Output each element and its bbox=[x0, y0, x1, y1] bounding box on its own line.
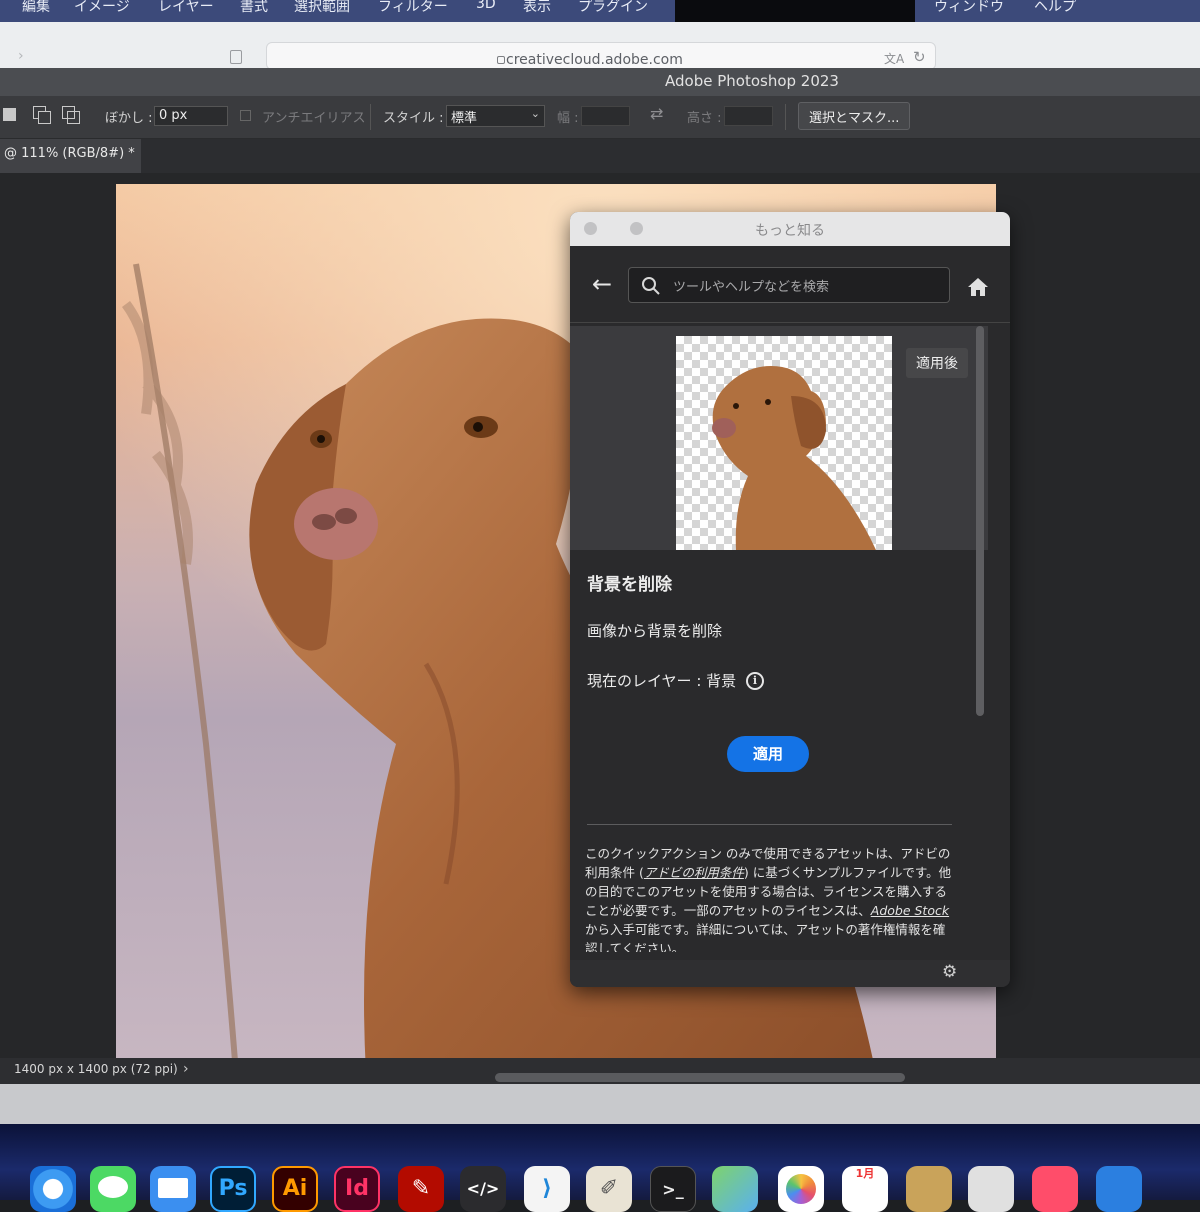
after-badge: 適用後 bbox=[906, 348, 968, 378]
dock-illustrator-icon[interactable]: Ai bbox=[272, 1166, 318, 1212]
sidebar-icon[interactable] bbox=[230, 50, 242, 64]
document-tab[interactable]: @ 111% (RGB/8#) * bbox=[0, 139, 141, 173]
settings-gear-icon[interactable]: ⚙ bbox=[942, 962, 957, 982]
feather-input[interactable]: 0 px bbox=[154, 106, 228, 126]
browser-toolbar: › creativecloud.adobe.com 文A ↻ bbox=[0, 22, 1200, 70]
forward-arrow-icon[interactable]: › bbox=[18, 48, 24, 64]
dock-safari-icon[interactable] bbox=[30, 1166, 76, 1212]
feather-label: ぼかし : bbox=[105, 111, 153, 126]
search-icon bbox=[642, 277, 660, 295]
dock-textedit-icon[interactable]: ✐ bbox=[586, 1166, 632, 1212]
dock-messages-icon[interactable] bbox=[90, 1166, 136, 1212]
menu-layer[interactable]: レイヤー bbox=[158, 0, 214, 16]
cutout-dog-image bbox=[712, 366, 876, 550]
dock-app-icon[interactable] bbox=[1032, 1166, 1078, 1212]
dock-app-icon[interactable] bbox=[968, 1166, 1014, 1212]
panel-scrollbar[interactable] bbox=[976, 326, 984, 716]
app-title: Adobe Photoshop 2023 bbox=[665, 72, 839, 90]
lock-icon bbox=[497, 56, 505, 64]
new-selection-icon[interactable] bbox=[3, 108, 16, 121]
divider bbox=[570, 322, 1010, 323]
back-arrow-icon[interactable]: ← bbox=[592, 272, 612, 296]
style-label: スタイル : bbox=[383, 111, 444, 126]
antialias-label: アンチエイリアス bbox=[262, 111, 366, 126]
dock-app-icon[interactable] bbox=[1096, 1166, 1142, 1212]
status-arrow-icon[interactable]: › bbox=[183, 1061, 189, 1077]
search-input[interactable]: ツールやヘルプなどを検索 bbox=[628, 267, 950, 303]
width-label: 幅 : bbox=[557, 111, 579, 126]
panel-footer: ⚙ bbox=[570, 960, 1010, 987]
menu-image[interactable]: イメージ bbox=[74, 0, 130, 16]
dock-photos-icon[interactable] bbox=[778, 1166, 824, 1212]
divider bbox=[785, 104, 786, 130]
menu-select[interactable]: 選択範囲 bbox=[294, 0, 350, 16]
url-text: creativecloud.adobe.com bbox=[506, 52, 683, 68]
dock-maps-icon[interactable] bbox=[712, 1166, 758, 1212]
antialias-checkbox[interactable] bbox=[240, 110, 251, 121]
action-heading: 背景を削除 bbox=[587, 575, 672, 595]
menu-plugins[interactable]: プラグイン bbox=[578, 0, 648, 16]
info-icon[interactable]: i bbox=[746, 672, 764, 690]
select-and-mask-button[interactable]: 選択とマスク... bbox=[798, 102, 911, 130]
dock-terminal-icon[interactable]: >_ bbox=[650, 1166, 696, 1212]
legal-notice: このクイックアクション のみで使用できるアセットは、アドビの利用条件 (アドビの… bbox=[585, 844, 957, 952]
home-icon[interactable] bbox=[966, 276, 990, 298]
document-tab-bar: @ 111% (RGB/8#) * bbox=[0, 139, 1200, 173]
document-size: 1400 px x 1400 px (72 ppi) bbox=[14, 1062, 178, 1076]
menu-filter[interactable]: フィルター bbox=[378, 0, 448, 16]
reload-icon[interactable]: ↻ bbox=[913, 48, 926, 66]
preview-image bbox=[676, 336, 892, 550]
dock-script-editor-icon[interactable]: </> bbox=[460, 1166, 506, 1212]
menu-3d[interactable]: 3D bbox=[476, 0, 496, 12]
app-titlebar: Adobe Photoshop 2023 bbox=[0, 68, 1200, 96]
translate-icon[interactable]: 文A bbox=[884, 50, 904, 67]
search-placeholder: ツールやヘルプなどを検索 bbox=[673, 280, 830, 295]
mac-menu-bar: 編集 イメージ レイヤー 書式 選択範囲 フィルター 3D 表示 プラグイン ウ… bbox=[0, 0, 1200, 22]
action-description: 画像から背景を削除 bbox=[587, 622, 723, 640]
height-label: 高さ : bbox=[687, 111, 722, 126]
menu-window[interactable]: ウィンドウ bbox=[934, 0, 1004, 16]
panel-title: もっと知る bbox=[755, 223, 825, 239]
dock-photoshop-icon[interactable]: Ps bbox=[210, 1166, 256, 1212]
dock-mail-icon[interactable] bbox=[150, 1166, 196, 1212]
panel-titlebar: もっと知る bbox=[570, 212, 1010, 246]
document-tab-label: @ 111% (RGB/8#) * bbox=[4, 146, 135, 161]
swap-icon[interactable]: ⇄ bbox=[650, 104, 663, 123]
tool-options-bar: ぼかし : 0 px アンチエイリアス スタイル : 標準 ⌄ 幅 : ⇄ 高さ… bbox=[0, 96, 1200, 139]
width-input[interactable] bbox=[581, 106, 630, 126]
adobe-stock-link[interactable]: Adobe Stock bbox=[871, 903, 949, 918]
height-input[interactable] bbox=[724, 106, 773, 126]
learn-panel: もっと知る ← ツールやヘルプなどを検索 適用後 背景を削除 画像から背景を削除… bbox=[570, 212, 1010, 987]
terms-link[interactable]: アドビの利用条件 bbox=[644, 865, 744, 880]
current-layer-label: 現在のレイヤー : 背景 bbox=[587, 672, 737, 690]
calendar-month: 1月 bbox=[855, 1167, 875, 1180]
dock-calendar-icon[interactable]: 1月 bbox=[842, 1166, 888, 1212]
intersect-selection-icon[interactable] bbox=[67, 111, 80, 124]
divider bbox=[370, 104, 371, 130]
apply-button[interactable]: 適用 bbox=[727, 736, 809, 772]
dock-acrobat-icon[interactable]: ✎ bbox=[398, 1166, 444, 1212]
menu-type[interactable]: 書式 bbox=[240, 0, 268, 16]
legal-text-part3: から入手可能です。詳細については、アセットの著作権情報を確認してください。 bbox=[585, 922, 946, 952]
menu-help[interactable]: ヘルプ bbox=[1034, 0, 1076, 16]
style-select[interactable]: 標準 ⌄ bbox=[446, 105, 545, 127]
dock-indesign-icon[interactable]: Id bbox=[334, 1166, 380, 1212]
dock-vscode-icon[interactable]: ⟩ bbox=[524, 1166, 570, 1212]
menu-edit[interactable]: 編集 bbox=[22, 0, 50, 16]
horizontal-scrollbar[interactable] bbox=[495, 1073, 905, 1082]
add-selection-icon-overlay bbox=[38, 111, 51, 124]
monitor-bezel bbox=[0, 1084, 1200, 1124]
camera-notch bbox=[675, 0, 915, 22]
style-select-value: 標準 bbox=[451, 111, 478, 126]
divider bbox=[587, 824, 952, 825]
dock-app-icon[interactable] bbox=[906, 1166, 952, 1212]
chevron-down-icon: ⌄ bbox=[530, 107, 540, 120]
menu-view[interactable]: 表示 bbox=[523, 0, 551, 16]
